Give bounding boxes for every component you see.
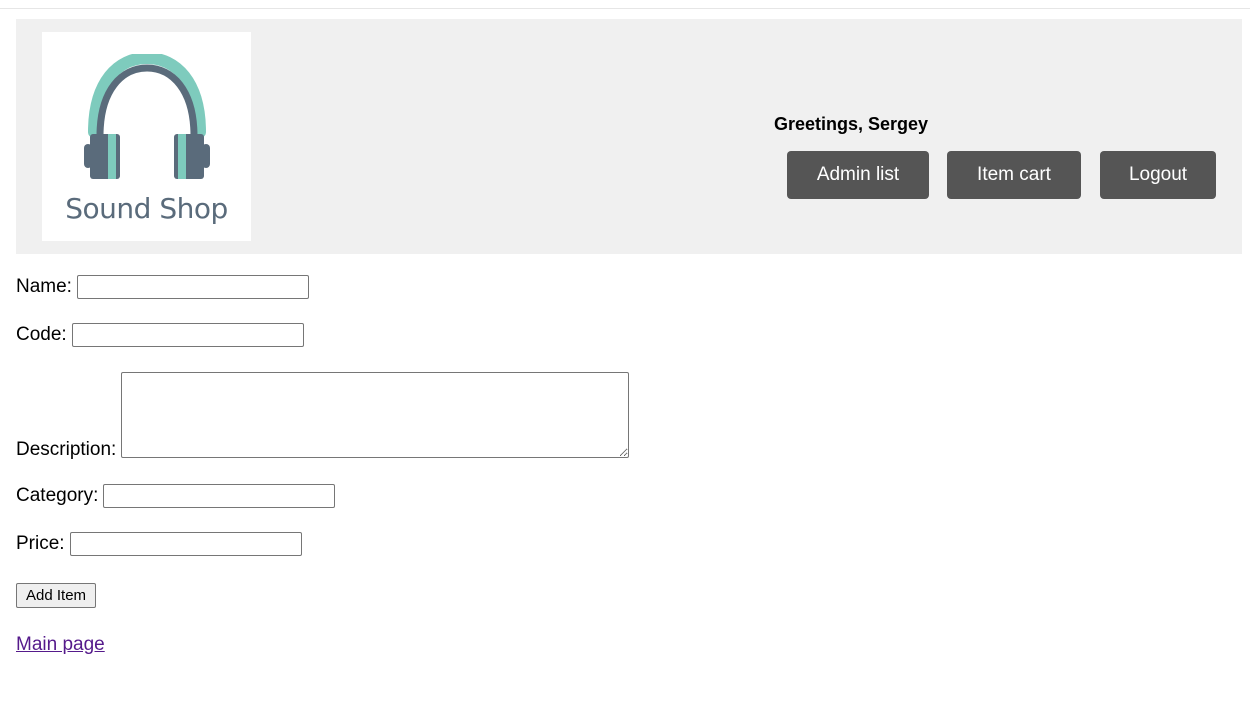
add-item-button[interactable]: Add Item	[16, 583, 97, 608]
price-row: Price:	[16, 532, 302, 556]
top-divider	[0, 8, 1250, 9]
category-row: Category:	[16, 484, 336, 508]
price-label: Price:	[16, 533, 65, 554]
category-input[interactable]	[103, 484, 336, 508]
description-textarea[interactable]	[121, 372, 630, 458]
description-label: Description:	[16, 439, 117, 460]
item-cart-button[interactable]: Item cart	[947, 151, 1081, 199]
name-row: Name:	[16, 275, 309, 299]
code-label: Code:	[16, 324, 67, 345]
name-label: Name:	[16, 276, 72, 297]
code-row: Code:	[16, 323, 304, 347]
headphones-icon	[84, 54, 210, 179]
code-input[interactable]	[71, 323, 304, 347]
price-input[interactable]	[69, 532, 302, 556]
logout-button[interactable]: Logout	[1100, 151, 1216, 199]
user-greeting: Greetings, Sergey	[774, 114, 929, 134]
main-page-link[interactable]: Main page	[16, 634, 105, 656]
site-logo[interactable]: Sound Shop	[42, 32, 251, 241]
site-header: Sound Shop Greetings, Sergey Admin list …	[16, 19, 1242, 254]
category-label: Category:	[16, 485, 99, 506]
name-input[interactable]	[76, 275, 309, 299]
admin-list-button[interactable]: Admin list	[787, 151, 929, 199]
logo-wordmark: Sound Shop	[65, 192, 228, 225]
description-row: Description:	[16, 372, 630, 460]
